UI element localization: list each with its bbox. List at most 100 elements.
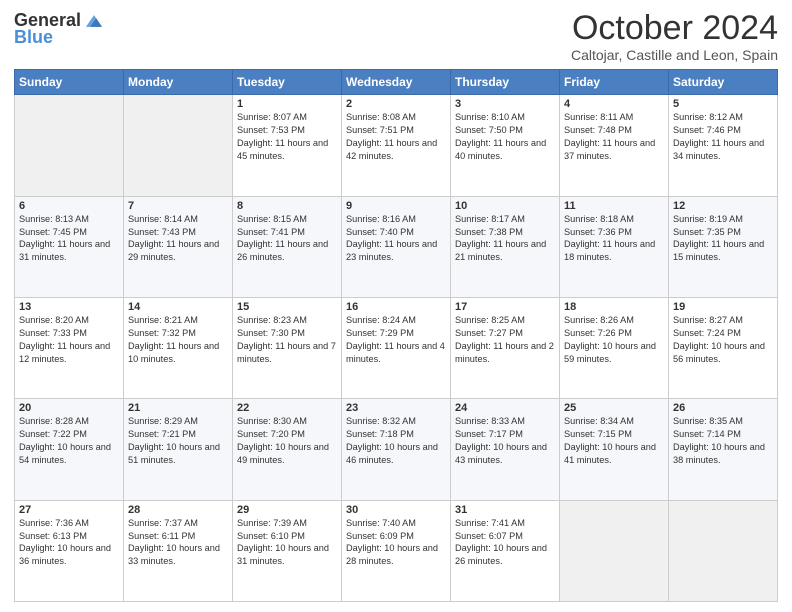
- day-number: 2: [346, 98, 446, 110]
- calendar-cell: 17Sunrise: 8:25 AM Sunset: 7:27 PM Dayli…: [451, 298, 560, 399]
- day-info: Sunrise: 7:40 AM Sunset: 6:09 PM Dayligh…: [346, 517, 446, 569]
- day-info: Sunrise: 8:21 AM Sunset: 7:32 PM Dayligh…: [128, 314, 228, 366]
- calendar-cell: 9Sunrise: 8:16 AM Sunset: 7:40 PM Daylig…: [342, 196, 451, 297]
- day-number: 9: [346, 200, 446, 212]
- day-info: Sunrise: 8:24 AM Sunset: 7:29 PM Dayligh…: [346, 314, 446, 366]
- weekday-header-friday: Friday: [560, 70, 669, 95]
- logo-blue-text: Blue: [14, 27, 53, 47]
- day-number: 10: [455, 200, 555, 212]
- calendar-cell: [560, 500, 669, 601]
- calendar-week-4: 20Sunrise: 8:28 AM Sunset: 7:22 PM Dayli…: [15, 399, 778, 500]
- day-number: 4: [564, 98, 664, 110]
- day-number: 6: [19, 200, 119, 212]
- logo: General Blue: [14, 10, 105, 48]
- calendar-cell: 30Sunrise: 7:40 AM Sunset: 6:09 PM Dayli…: [342, 500, 451, 601]
- day-number: 28: [128, 504, 228, 516]
- day-number: 22: [237, 402, 337, 414]
- calendar-table: SundayMondayTuesdayWednesdayThursdayFrid…: [14, 69, 778, 602]
- day-info: Sunrise: 8:13 AM Sunset: 7:45 PM Dayligh…: [19, 213, 119, 265]
- day-info: Sunrise: 8:27 AM Sunset: 7:24 PM Dayligh…: [673, 314, 773, 366]
- calendar-cell: 27Sunrise: 7:36 AM Sunset: 6:13 PM Dayli…: [15, 500, 124, 601]
- weekday-header-wednesday: Wednesday: [342, 70, 451, 95]
- day-number: 23: [346, 402, 446, 414]
- weekday-header-tuesday: Tuesday: [233, 70, 342, 95]
- calendar-week-1: 1Sunrise: 8:07 AM Sunset: 7:53 PM Daylig…: [15, 95, 778, 196]
- day-number: 19: [673, 301, 773, 313]
- day-info: Sunrise: 8:35 AM Sunset: 7:14 PM Dayligh…: [673, 415, 773, 467]
- day-info: Sunrise: 8:20 AM Sunset: 7:33 PM Dayligh…: [19, 314, 119, 366]
- page: General Blue October 2024 Caltojar, Cast…: [0, 0, 792, 612]
- day-number: 7: [128, 200, 228, 212]
- day-info: Sunrise: 8:29 AM Sunset: 7:21 PM Dayligh…: [128, 415, 228, 467]
- day-number: 1: [237, 98, 337, 110]
- calendar-cell: 4Sunrise: 8:11 AM Sunset: 7:48 PM Daylig…: [560, 95, 669, 196]
- calendar-cell: 8Sunrise: 8:15 AM Sunset: 7:41 PM Daylig…: [233, 196, 342, 297]
- day-number: 17: [455, 301, 555, 313]
- calendar-cell: 29Sunrise: 7:39 AM Sunset: 6:10 PM Dayli…: [233, 500, 342, 601]
- calendar-week-5: 27Sunrise: 7:36 AM Sunset: 6:13 PM Dayli…: [15, 500, 778, 601]
- calendar-cell: 24Sunrise: 8:33 AM Sunset: 7:17 PM Dayli…: [451, 399, 560, 500]
- day-number: 15: [237, 301, 337, 313]
- day-number: 5: [673, 98, 773, 110]
- calendar-cell: 22Sunrise: 8:30 AM Sunset: 7:20 PM Dayli…: [233, 399, 342, 500]
- calendar-cell: 21Sunrise: 8:29 AM Sunset: 7:21 PM Dayli…: [124, 399, 233, 500]
- day-number: 30: [346, 504, 446, 516]
- day-info: Sunrise: 8:34 AM Sunset: 7:15 PM Dayligh…: [564, 415, 664, 467]
- day-info: Sunrise: 7:37 AM Sunset: 6:11 PM Dayligh…: [128, 517, 228, 569]
- day-number: 26: [673, 402, 773, 414]
- day-info: Sunrise: 8:11 AM Sunset: 7:48 PM Dayligh…: [564, 111, 664, 163]
- day-number: 27: [19, 504, 119, 516]
- calendar-cell: 3Sunrise: 8:10 AM Sunset: 7:50 PM Daylig…: [451, 95, 560, 196]
- weekday-header-row: SundayMondayTuesdayWednesdayThursdayFrid…: [15, 70, 778, 95]
- logo-blue: Blue: [14, 28, 53, 48]
- location-subtitle: Caltojar, Castille and Leon, Spain: [571, 47, 778, 63]
- calendar-cell: [124, 95, 233, 196]
- calendar-cell: 14Sunrise: 8:21 AM Sunset: 7:32 PM Dayli…: [124, 298, 233, 399]
- day-info: Sunrise: 8:32 AM Sunset: 7:18 PM Dayligh…: [346, 415, 446, 467]
- title-block: October 2024 Caltojar, Castille and Leon…: [571, 10, 778, 63]
- day-info: Sunrise: 8:14 AM Sunset: 7:43 PM Dayligh…: [128, 213, 228, 265]
- day-info: Sunrise: 8:19 AM Sunset: 7:35 PM Dayligh…: [673, 213, 773, 265]
- calendar-cell: 5Sunrise: 8:12 AM Sunset: 7:46 PM Daylig…: [669, 95, 778, 196]
- day-number: 18: [564, 301, 664, 313]
- month-title: October 2024: [571, 10, 778, 47]
- day-number: 25: [564, 402, 664, 414]
- calendar-cell: 23Sunrise: 8:32 AM Sunset: 7:18 PM Dayli…: [342, 399, 451, 500]
- calendar-cell: 15Sunrise: 8:23 AM Sunset: 7:30 PM Dayli…: [233, 298, 342, 399]
- calendar-cell: 19Sunrise: 8:27 AM Sunset: 7:24 PM Dayli…: [669, 298, 778, 399]
- day-info: Sunrise: 8:33 AM Sunset: 7:17 PM Dayligh…: [455, 415, 555, 467]
- day-info: Sunrise: 7:41 AM Sunset: 6:07 PM Dayligh…: [455, 517, 555, 569]
- calendar-cell: 28Sunrise: 7:37 AM Sunset: 6:11 PM Dayli…: [124, 500, 233, 601]
- calendar-cell: 12Sunrise: 8:19 AM Sunset: 7:35 PM Dayli…: [669, 196, 778, 297]
- day-info: Sunrise: 8:17 AM Sunset: 7:38 PM Dayligh…: [455, 213, 555, 265]
- calendar-cell: 31Sunrise: 7:41 AM Sunset: 6:07 PM Dayli…: [451, 500, 560, 601]
- day-info: Sunrise: 8:10 AM Sunset: 7:50 PM Dayligh…: [455, 111, 555, 163]
- calendar-cell: [669, 500, 778, 601]
- calendar-cell: 18Sunrise: 8:26 AM Sunset: 7:26 PM Dayli…: [560, 298, 669, 399]
- weekday-header-monday: Monday: [124, 70, 233, 95]
- day-info: Sunrise: 8:25 AM Sunset: 7:27 PM Dayligh…: [455, 314, 555, 366]
- weekday-header-thursday: Thursday: [451, 70, 560, 95]
- weekday-header-sunday: Sunday: [15, 70, 124, 95]
- day-number: 16: [346, 301, 446, 313]
- calendar-cell: 6Sunrise: 8:13 AM Sunset: 7:45 PM Daylig…: [15, 196, 124, 297]
- calendar-cell: 25Sunrise: 8:34 AM Sunset: 7:15 PM Dayli…: [560, 399, 669, 500]
- day-number: 20: [19, 402, 119, 414]
- calendar-cell: 10Sunrise: 8:17 AM Sunset: 7:38 PM Dayli…: [451, 196, 560, 297]
- day-number: 3: [455, 98, 555, 110]
- calendar-cell: 26Sunrise: 8:35 AM Sunset: 7:14 PM Dayli…: [669, 399, 778, 500]
- calendar-cell: 20Sunrise: 8:28 AM Sunset: 7:22 PM Dayli…: [15, 399, 124, 500]
- calendar-cell: 13Sunrise: 8:20 AM Sunset: 7:33 PM Dayli…: [15, 298, 124, 399]
- day-info: Sunrise: 8:16 AM Sunset: 7:40 PM Dayligh…: [346, 213, 446, 265]
- calendar-cell: 2Sunrise: 8:08 AM Sunset: 7:51 PM Daylig…: [342, 95, 451, 196]
- day-info: Sunrise: 8:28 AM Sunset: 7:22 PM Dayligh…: [19, 415, 119, 467]
- header: General Blue October 2024 Caltojar, Cast…: [14, 10, 778, 63]
- day-number: 11: [564, 200, 664, 212]
- day-info: Sunrise: 7:39 AM Sunset: 6:10 PM Dayligh…: [237, 517, 337, 569]
- calendar-week-3: 13Sunrise: 8:20 AM Sunset: 7:33 PM Dayli…: [15, 298, 778, 399]
- calendar-cell: 7Sunrise: 8:14 AM Sunset: 7:43 PM Daylig…: [124, 196, 233, 297]
- day-number: 21: [128, 402, 228, 414]
- day-info: Sunrise: 8:30 AM Sunset: 7:20 PM Dayligh…: [237, 415, 337, 467]
- calendar-cell: 11Sunrise: 8:18 AM Sunset: 7:36 PM Dayli…: [560, 196, 669, 297]
- day-number: 13: [19, 301, 119, 313]
